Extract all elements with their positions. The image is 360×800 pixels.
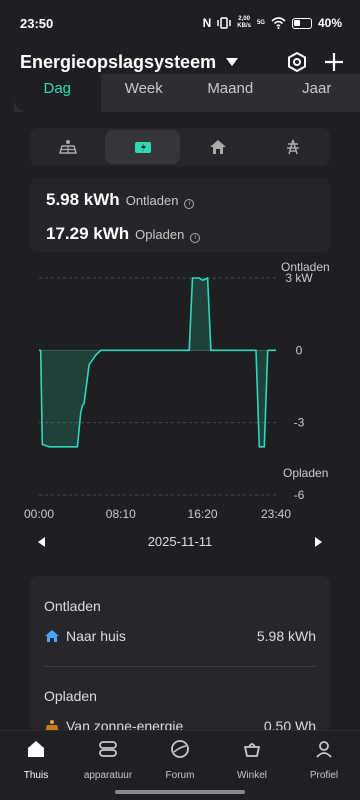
battery-charge-icon <box>134 142 151 153</box>
tab-solar[interactable] <box>30 130 105 164</box>
network-speed: 2,00 KB/s <box>237 16 251 30</box>
status-icons: N 2,00 KB/s 5G 40% <box>203 16 342 30</box>
y-tick-label: 3 kW <box>285 271 313 285</box>
nav-devices-label: apparatuur <box>83 770 133 781</box>
home-icon <box>28 741 44 757</box>
tab-home[interactable] <box>180 130 255 164</box>
wifi-icon <box>271 17 286 29</box>
nfc-icon: N <box>202 16 212 30</box>
discharge-value: 5.98 kWh <box>46 190 120 209</box>
to-home-value: 5.98 kWh <box>256 628 316 644</box>
nav-devices[interactable]: apparatuur <box>72 739 144 781</box>
nav-forum-label: Forum <box>165 770 195 781</box>
discharge-section-title: Ontladen <box>44 598 101 614</box>
home-icon <box>209 140 226 154</box>
tab-year[interactable]: Jaar <box>274 74 360 112</box>
nav-shop-label: Winkel <box>236 770 267 781</box>
x-tick-label: 08:10 <box>106 507 136 521</box>
to-home-row: Naar huis 5.98 kWh <box>44 628 316 644</box>
nav-profile[interactable]: Profiel <box>288 739 360 781</box>
info-icon[interactable]: i <box>190 233 201 243</box>
y-tick-label: 0 <box>296 343 303 357</box>
tab-day[interactable]: Dag <box>14 74 101 112</box>
date-navigator: 2025-11-11 <box>14 526 346 558</box>
power-chart[interactable]: 3 kW 0 -3 -6 00:00 08:10 16:20 23:40 <box>14 262 346 522</box>
tab-week[interactable]: Week <box>101 74 188 112</box>
nav-shop[interactable]: Winkel <box>216 739 288 781</box>
charge-label: Opladen <box>135 227 185 242</box>
charge-summary: 17.29 kWh Opladen i <box>46 224 201 244</box>
settings-hex-icon[interactable] <box>286 51 308 73</box>
source-tabs <box>30 128 330 166</box>
network-speed-unit: KB/s <box>237 23 251 29</box>
tab-battery[interactable] <box>105 130 180 164</box>
x-tick-label: 16:20 <box>188 507 218 521</box>
discharge-summary: 5.98 kWh Ontladen i <box>46 190 195 210</box>
globe-icon <box>171 740 189 758</box>
page-title[interactable]: Energieopslagsysteem <box>20 52 216 73</box>
profile-icon <box>316 741 332 758</box>
solar-panel-icon <box>58 140 77 154</box>
chevron-down-icon[interactable] <box>226 58 239 66</box>
grid-tower-icon <box>286 139 299 155</box>
discharge-label: Ontladen <box>125 193 179 208</box>
battery-level: 40% <box>317 16 342 30</box>
tab-grid[interactable] <box>255 130 330 164</box>
next-day-icon[interactable] <box>315 537 322 547</box>
home-icon <box>45 630 59 642</box>
nav-profile-label: Profiel <box>309 770 339 781</box>
home-indicator <box>115 790 245 794</box>
status-time: 23:50 <box>20 15 54 31</box>
network-speed-value: 2,00 <box>238 16 250 22</box>
y-tick-label: -6 <box>294 488 305 502</box>
nav-home[interactable]: Thuis <box>0 739 72 781</box>
charge-value: 17.29 kWh <box>46 224 130 243</box>
series-area <box>39 278 276 447</box>
period-tabs: Dag Week Maand Jaar <box>14 74 360 112</box>
main-panel: 5.98 kWh Ontladen i 17.29 kWh Opladen i … <box>14 112 346 732</box>
energy-details-card: Ontladen Naar huis 5.98 kWh Opladen Van … <box>30 576 330 732</box>
vibrate-icon <box>217 17 232 29</box>
energy-summary: 5.98 kWh Ontladen i 17.29 kWh Opladen i <box>30 178 330 252</box>
status-bar: 23:50 N 2,00 KB/s 5G 40% <box>0 0 360 46</box>
shop-basket-icon <box>243 743 261 757</box>
x-tick-label: 23:40 <box>261 507 291 521</box>
tab-month[interactable]: Maand <box>187 74 274 112</box>
divider <box>44 666 316 667</box>
network-type: 5G <box>256 19 265 26</box>
battery-icon <box>291 17 312 29</box>
nav-forum[interactable]: Forum <box>144 739 216 781</box>
add-icon[interactable] <box>324 52 344 72</box>
charge-section-title: Opladen <box>44 688 97 704</box>
to-home-label: Naar huis <box>66 628 126 644</box>
info-icon[interactable]: i <box>184 199 195 209</box>
nav-home-label: Thuis <box>23 770 49 781</box>
date-label[interactable]: 2025-11-11 <box>14 534 346 549</box>
device-icon <box>99 741 117 757</box>
x-tick-label: 00:00 <box>24 507 54 521</box>
y-tick-label: -3 <box>294 416 305 430</box>
